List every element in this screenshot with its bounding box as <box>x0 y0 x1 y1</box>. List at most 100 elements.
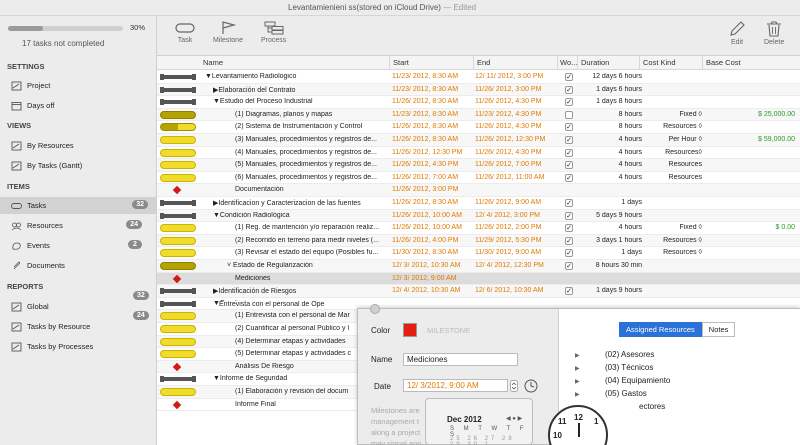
task-bar <box>160 173 196 182</box>
task-button[interactable]: Task <box>175 21 195 44</box>
description-text[interactable]: Milestones are management t along a proj… <box>371 405 433 445</box>
resource-item[interactable]: ▶ (04) Equipamiento <box>575 376 670 385</box>
delete-button[interactable]: Delete <box>764 21 784 46</box>
work-checkbox[interactable]: ✓ <box>565 136 573 144</box>
disclosure-triangle-icon[interactable]: ▶ <box>575 352 605 359</box>
task-cost-kind: Resources <box>668 173 702 181</box>
sidebar-item-resources[interactable]: Resources 24 <box>10 217 150 234</box>
process-button[interactable]: Process <box>261 21 286 44</box>
clock-number-1: 1 <box>594 417 599 426</box>
col-end[interactable]: End <box>477 58 490 67</box>
group-bar <box>160 200 196 206</box>
task-end: 11/23/ 2012, 4:30 PM <box>475 110 542 118</box>
table-row[interactable]: ˅ Estado de Regularización 12/ 3/ 2012, 1… <box>157 260 800 273</box>
work-checkbox[interactable]: ✓ <box>565 148 573 157</box>
work-checkbox[interactable]: ✓ <box>565 73 573 81</box>
table-row[interactable]: (3) Revisar el estado del equipo (Posibl… <box>157 247 800 260</box>
work-checkbox[interactable]: ✓ <box>565 98 573 107</box>
work-checkbox[interactable]: ✓ <box>565 173 573 182</box>
work-checkbox[interactable]: ✓ <box>565 85 573 94</box>
task-duration: 1 days <box>621 249 642 257</box>
color-swatch[interactable] <box>403 323 417 337</box>
table-row[interactable]: (6) Manuales, procedimientos y registros… <box>157 172 800 185</box>
milestone-button[interactable]: Milestone <box>213 21 243 44</box>
sidebar-item-events[interactable]: Events 2 <box>10 237 150 254</box>
milestone-diamond-icon <box>172 274 182 283</box>
sidebar-item-tasks-by-processes[interactable]: Tasks by Processes <box>10 338 150 355</box>
calendar-nav[interactable]: ◀ ● ▶ <box>506 415 522 422</box>
clock-icon[interactable] <box>524 379 538 393</box>
disclosure-triangle-icon[interactable]: ▶ <box>575 365 605 372</box>
disclosure-triangle-icon[interactable]: ▶ <box>575 391 605 398</box>
table-row[interactable]: (1) Reg. de mantención y/o reparación re… <box>157 222 800 235</box>
task-end: 11/26/ 2012, 11:00 AM <box>475 173 545 181</box>
inspector-tabs: Assigned Resources Notes <box>619 322 736 337</box>
col-cost-kind[interactable]: Cost Kind <box>643 58 676 67</box>
sidebar-item-tasks-by-resource[interactable]: Tasks by Resource <box>10 318 150 335</box>
col-duration[interactable]: Duration <box>581 58 609 67</box>
task-end: 11/26/ 2012, 4:30 PM <box>475 123 542 131</box>
work-checkbox[interactable]: ✓ <box>565 211 573 220</box>
table-row[interactable]: (2) Recorrido en terreno para medir nive… <box>157 234 800 248</box>
task-duration: 8 hours <box>618 123 642 131</box>
work-checkbox[interactable]: ✓ <box>565 236 573 245</box>
resource-item[interactable]: ▶ (05) Gastos <box>575 389 647 398</box>
tab-assigned-resources[interactable]: Assigned Resources <box>619 322 702 337</box>
sidebar-item-tasks[interactable]: Tasks 32 <box>0 197 156 214</box>
sidebar-item-documents[interactable]: Documents <box>10 257 150 274</box>
table-row[interactable]: (4) Manuales, procedimientos y registros… <box>157 147 800 160</box>
col-wo[interactable]: Wo... <box>560 58 577 67</box>
work-checkbox[interactable]: ✓ <box>565 199 573 207</box>
close-icon[interactable] <box>370 304 380 314</box>
task-bar <box>160 350 196 359</box>
table-row[interactable]: ▶Identificación de Riesgos 12/ 4/ 2012, 1… <box>157 285 800 298</box>
table-row[interactable]: (5) Manuales, procedimientos y registros… <box>157 159 800 172</box>
task-start: 11/26/ 2012, 8:30 AM <box>392 123 459 131</box>
work-checkbox[interactable]: ✓ <box>565 287 573 296</box>
resource-item[interactable]: ▶ (03) Técnicos <box>575 363 653 372</box>
tab-notes[interactable]: Notes <box>701 322 736 337</box>
task-start: 11/23/ 2012, 8:30 AM <box>392 73 459 80</box>
sidebar-item-days-off[interactable]: Days off <box>10 97 150 114</box>
sidebar-item-label: Resources <box>27 221 63 230</box>
table-row[interactable]: (1) Diagramas, planos y mapas 11/23/ 2012… <box>157 108 800 122</box>
work-checkbox[interactable] <box>565 110 573 119</box>
work-checkbox[interactable]: ✓ <box>565 262 573 270</box>
calendar-dates[interactable]: 25 26 27 28 29 30 1 <box>450 436 532 445</box>
task-name: ˅ Estado de Regularización <box>227 262 313 269</box>
task-bar <box>160 388 196 396</box>
task-start: 11/26/ 2012, 8:30 AM <box>392 199 459 206</box>
table-row[interactable]: ▼Condición Radiológica 11/26/ 2012, 10:00… <box>157 209 800 223</box>
table-row[interactable]: (2) Sistema de Instrumentación y Control… <box>157 121 800 134</box>
task-cost-kind: Resources ◊ <box>663 236 702 244</box>
date-field[interactable]: 12/ 3/2012, 9:00 AM <box>403 379 508 392</box>
work-checkbox[interactable]: ✓ <box>565 161 573 170</box>
col-start[interactable]: Start <box>393 58 409 67</box>
work-checkbox[interactable]: ✓ <box>565 249 573 258</box>
table-row[interactable]: (3) Manuales, procedimientos y registros… <box>157 134 800 147</box>
sidebar-item-global[interactable]: Global <box>10 298 150 315</box>
work-checkbox[interactable]: ✓ <box>565 123 573 132</box>
edit-button[interactable]: Edit <box>727 21 747 46</box>
process-button-label: Process <box>261 37 287 44</box>
task-end: 11/26/ 2012, 7:00 PM <box>475 161 542 169</box>
table-row[interactable]: Documentación 11/26/ 2012, 3:00 PM <box>157 184 800 197</box>
sidebar-item-by-resources[interactable]: By Resources <box>10 137 150 154</box>
resource-item[interactable]: ectores <box>639 402 665 411</box>
task-duration: 1 days 6 hours <box>596 85 642 93</box>
work-checkbox[interactable]: ✓ <box>565 224 573 233</box>
disclosure-triangle-icon[interactable]: ▶ <box>575 378 605 385</box>
date-stepper[interactable] <box>510 380 518 392</box>
sidebar-item-project[interactable]: Project <box>10 77 150 94</box>
table-row[interactable]: ▼Levantamiento Radiologico 11/23/ 2012, 8… <box>157 71 800 84</box>
col-base-cost[interactable]: Base Cost <box>706 58 741 67</box>
resource-item[interactable]: ▶ (02) Asesores <box>575 350 654 359</box>
table-row[interactable]: Mediciones 12/ 3/ 2012, 9:00 AM <box>157 272 800 286</box>
table-row[interactable]: ▶Identificacion y Caracterizacion de las… <box>157 197 800 210</box>
table-row[interactable]: ▶Elaboración del Contrato 11/23/ 2012, 8:… <box>157 83 800 97</box>
task-cost-kind: Resources◊ <box>665 148 702 156</box>
col-name[interactable]: Name <box>203 58 223 67</box>
table-row[interactable]: ▼Estudio del Proceso Industrial 11/26/ 20… <box>157 96 800 109</box>
sidebar-item-by-tasks-gantt[interactable]: By Tasks (Gantt) <box>10 157 150 174</box>
name-field[interactable]: Mediciones <box>403 353 518 366</box>
